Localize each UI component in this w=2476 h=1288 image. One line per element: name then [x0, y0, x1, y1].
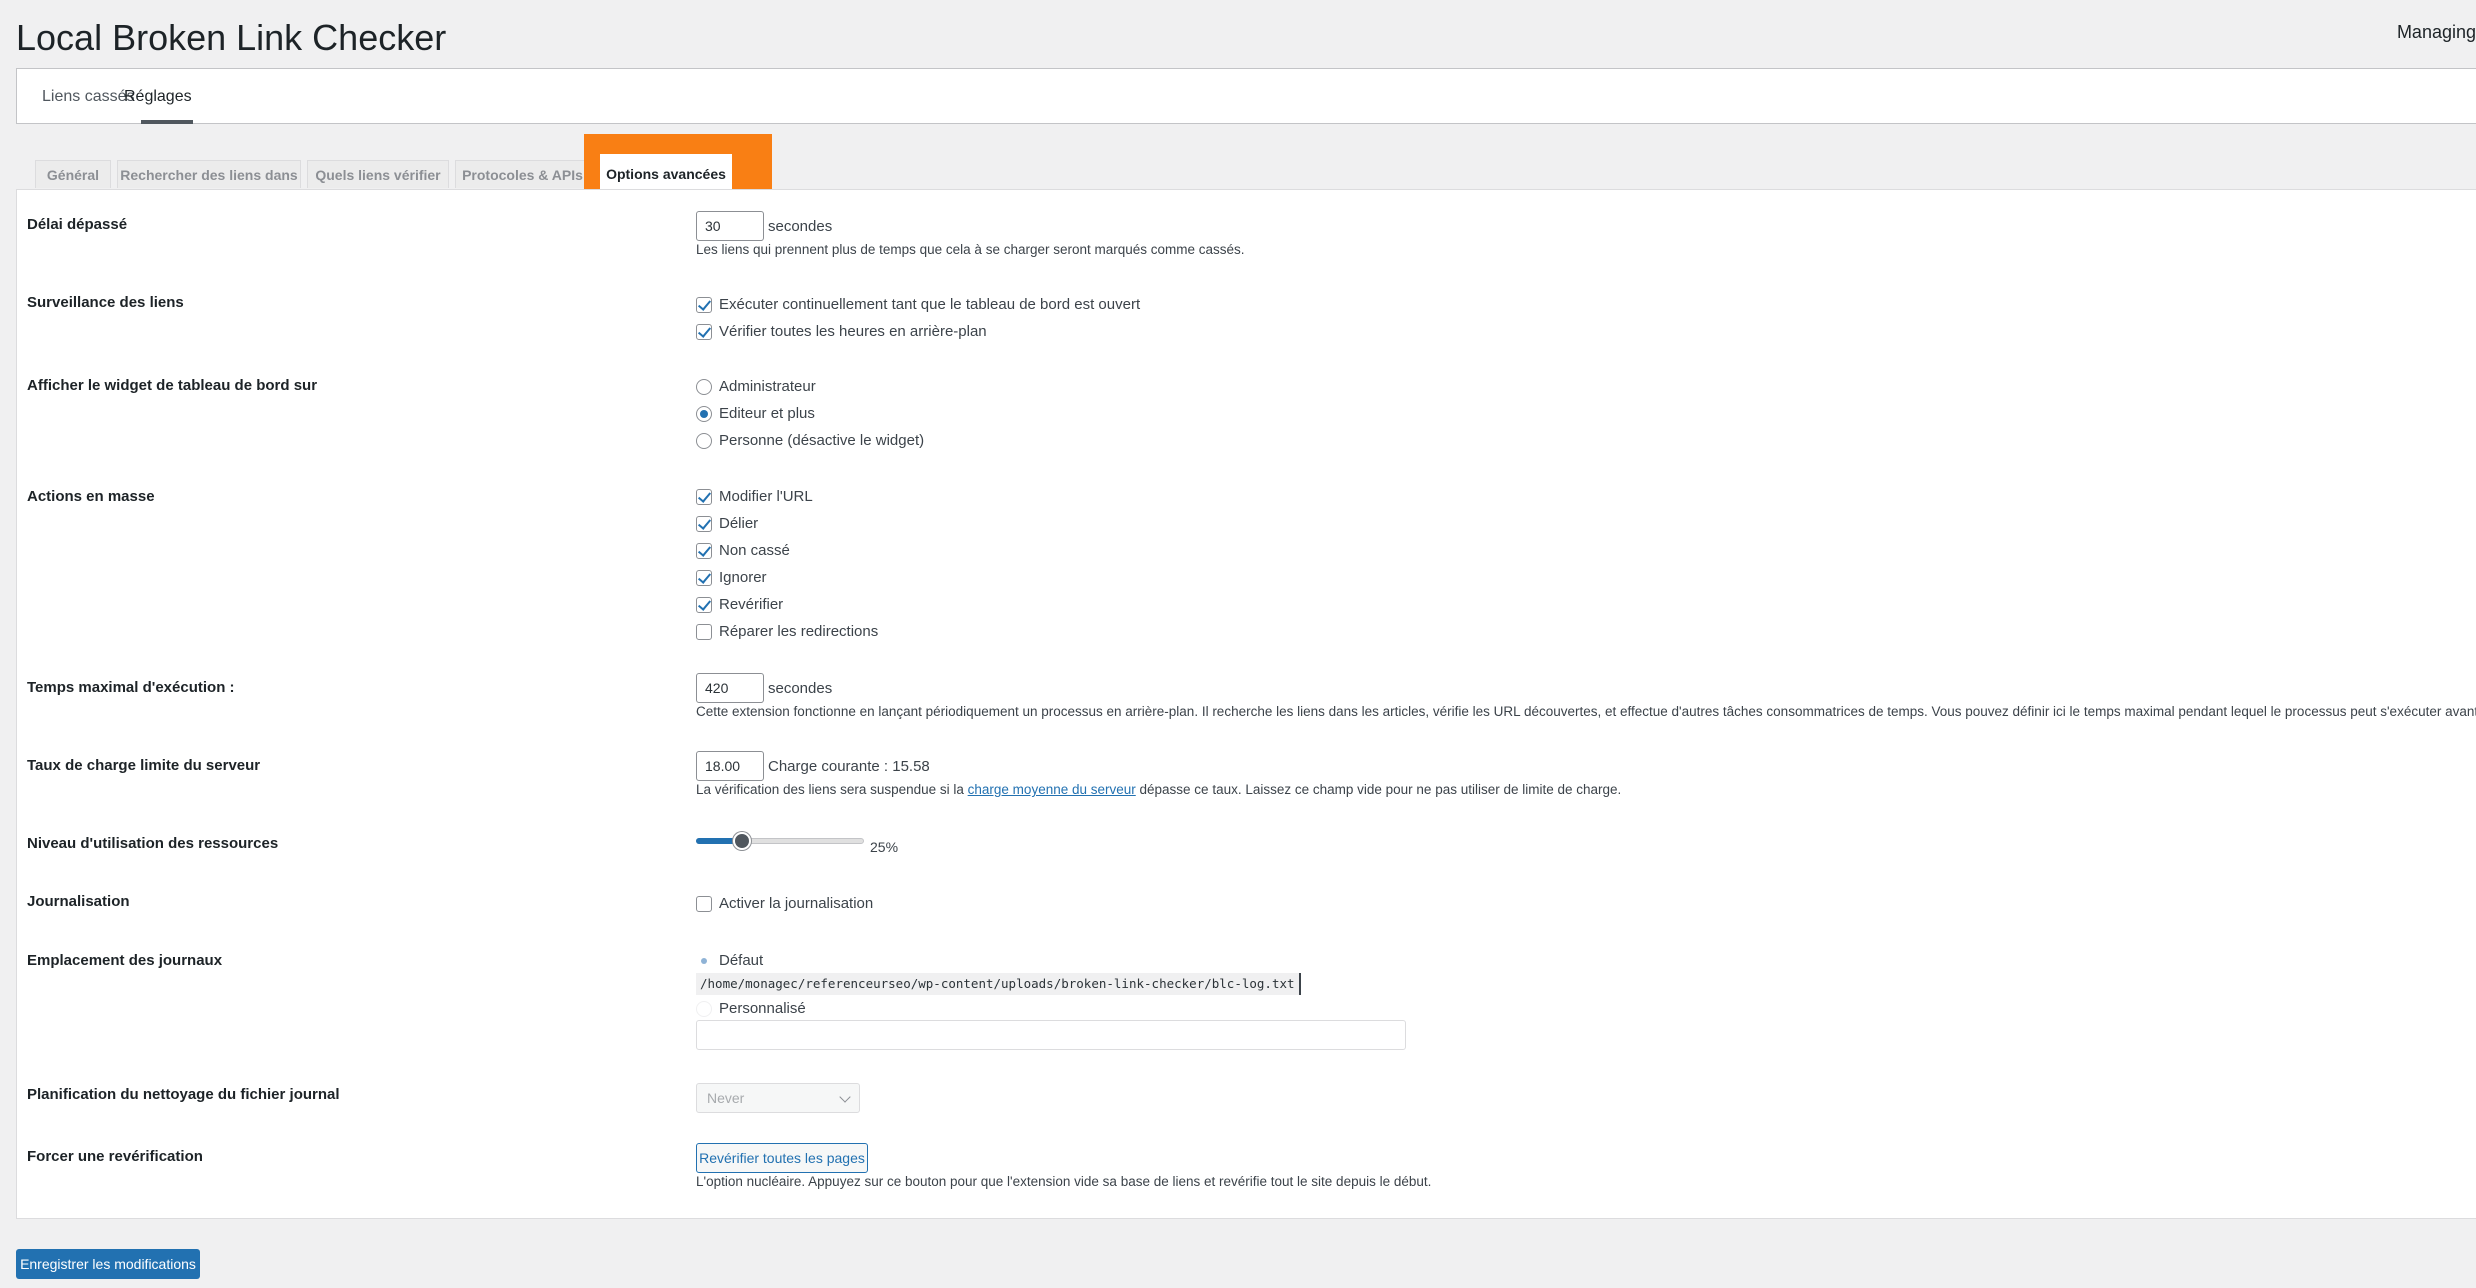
log-path-readout: /home/monagec/referenceurseo/wp-content/… — [696, 973, 1301, 995]
page-title: Local Broken Link Checker — [16, 17, 447, 58]
max-exec-description: Cette extension fonctionne en lançant pé… — [696, 704, 2476, 719]
monitoring-continuous-checkbox[interactable] — [696, 297, 712, 313]
log-location-label: Emplacement des journaux — [27, 952, 223, 969]
bulk-fix-redirects-checkbox[interactable] — [696, 624, 712, 640]
bulk-unlink-label: Délier — [719, 515, 759, 532]
load-limit-input[interactable] — [696, 751, 764, 781]
timeout-input[interactable] — [696, 211, 764, 241]
log-custom-path-input[interactable] — [696, 1020, 1406, 1050]
widget-editor-label: Editeur et plus — [719, 405, 815, 422]
tab-which-links[interactable]: Quels liens vérifier — [307, 160, 449, 188]
resource-slider-handle[interactable] — [733, 832, 751, 850]
subnav-settings[interactable]: Réglages — [124, 88, 192, 106]
bulk-fix-redirects-label: Réparer les redirections — [719, 623, 879, 640]
tab-general[interactable]: Général — [35, 160, 111, 188]
subnav: Liens cassés Réglages — [16, 68, 2476, 124]
widget-label: Afficher le widget de tableau de bord su… — [27, 377, 318, 394]
monitoring-hourly-checkbox[interactable] — [696, 324, 712, 340]
widget-nobody-label: Personne (désactive le widget) — [719, 432, 925, 449]
recheck-all-button[interactable]: Revérifier toutes les pages — [696, 1143, 868, 1173]
log-cleanup-select[interactable]: Never — [696, 1083, 860, 1113]
load-desc-end: dépasse ce taux. Laissez ce champ vide p… — [1135, 782, 1622, 797]
tab-advanced-options[interactable]: Options avancées — [600, 154, 732, 192]
force-recheck-description: L'option nucléaire. Appuyez sur ce bouto… — [696, 1174, 1432, 1189]
max-exec-input[interactable] — [696, 673, 764, 703]
timeout-unit: secondes — [768, 218, 833, 235]
logging-checkbox[interactable] — [696, 896, 712, 912]
timeout-label: Délai dépassé — [27, 216, 128, 233]
log-cleanup-label: Planification du nettoyage du fichier jo… — [27, 1086, 340, 1103]
force-recheck-label: Forcer une revérification — [27, 1148, 203, 1165]
log-custom-radio[interactable] — [696, 1001, 712, 1017]
subnav-broken-links[interactable]: Liens cassés — [42, 88, 135, 106]
widget-nobody-radio[interactable] — [696, 433, 712, 449]
chevron-down-icon — [839, 1091, 851, 1103]
bulk-not-broken-label: Non cassé — [719, 542, 790, 559]
widget-editor-radio[interactable] — [696, 406, 712, 422]
widget-admin-label: Administrateur — [719, 378, 816, 395]
current-load-text: Charge courante : 15.58 — [768, 758, 930, 775]
bulk-actions-label: Actions en masse — [27, 488, 155, 505]
monitoring-continuous-label: Exécuter continuellement tant que le tab… — [719, 296, 1141, 313]
log-default-label: Défaut — [719, 952, 764, 969]
bulk-ignore-label: Ignorer — [719, 569, 767, 586]
tab-protocols-apis[interactable]: Protocoles & APIs — [455, 160, 590, 188]
load-limit-label: Taux de charge limite du serveur — [27, 757, 261, 774]
bulk-recheck-checkbox[interactable] — [696, 597, 712, 613]
monitoring-label: Surveillance des liens — [27, 294, 184, 311]
save-changes-button[interactable]: Enregistrer les modifications — [16, 1249, 200, 1279]
max-exec-unit: secondes — [768, 680, 833, 697]
logging-option-label: Activer la journalisation — [719, 895, 874, 912]
widget-admin-radio[interactable] — [696, 379, 712, 395]
load-desc-start: La vérification des liens sera suspendue… — [696, 782, 968, 797]
bulk-ignore-checkbox[interactable] — [696, 570, 712, 586]
logging-label: Journalisation — [27, 893, 130, 910]
monitoring-hourly-label: Vérifier toutes les heures en arrière-pl… — [719, 323, 987, 340]
max-exec-label: Temps maximal d'exécution : — [27, 679, 235, 696]
bulk-not-broken-checkbox[interactable] — [696, 543, 712, 559]
timeout-description: Les liens qui prennent plus de temps que… — [696, 242, 1245, 257]
subnav-active-indicator — [141, 120, 193, 124]
resource-level-label: Niveau d'utilisation des ressources — [27, 835, 279, 852]
bulk-unlink-checkbox[interactable] — [696, 516, 712, 532]
tab-search-links-in[interactable]: Rechercher des liens dans — [117, 160, 301, 188]
log-default-radio[interactable] — [696, 953, 712, 969]
screen-options-text[interactable]: Managing — [2397, 22, 2476, 43]
load-limit-description: La vérification des liens sera suspendue… — [696, 782, 1621, 797]
log-custom-label: Personnalisé — [719, 1000, 806, 1017]
bulk-edit-url-checkbox[interactable] — [696, 489, 712, 505]
bulk-recheck-label: Revérifier — [719, 596, 784, 613]
bulk-edit-url-label: Modifier l'URL — [719, 488, 813, 505]
resource-level-value: 25% — [870, 839, 899, 855]
log-cleanup-selected: Never — [707, 1090, 745, 1106]
server-load-link[interactable]: charge moyenne du serveur — [968, 782, 1136, 797]
